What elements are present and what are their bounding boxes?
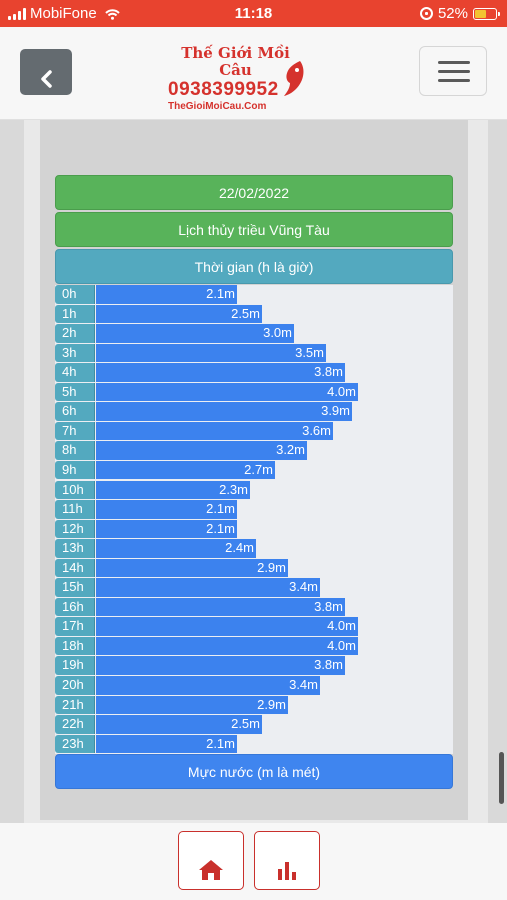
tide-row: 12h 2.1m [55,519,453,539]
tide-row: 20h 3.4m [55,676,453,695]
tide-title-bar: Lịch thủy triều Vũng Tàu [55,212,453,247]
tide-level-bar: 2.9m [96,558,288,578]
tide-hour-label: 23h [55,734,95,754]
tide-level-bar: 2.4m [96,539,256,558]
tide-row: 19h 3.8m [55,656,453,675]
tide-hour-label: 2h [55,324,95,343]
tide-hour-label: 11h [55,500,95,519]
tide-row: 9h 2.7m [55,460,453,480]
tide-row: 21h 2.9m [55,695,453,715]
battery-icon [473,7,500,20]
tide-level-bar: 2.1m [96,285,237,304]
tide-level-bar: 2.5m [96,304,262,324]
tide-row: 10h 2.3m [55,480,453,499]
tide-row: 22h 2.5m [55,715,453,734]
status-bar: MobiFone 11:18 52% [0,0,507,27]
tide-level-bar: 2.3m [96,480,250,499]
tide-level-bar: 4.0m [96,382,358,402]
bottom-bar [0,823,507,900]
tide-table: 0h 2.1m 1h 2.5m 2h 3.0m 3h 3.5m 4h 3.8m 5h 4.0m 6h 3.… [55,285,453,754]
logo-site: TheGioiMoiCau.Com [168,101,267,112]
tide-hour-label: 22h [55,715,95,734]
tide-row: 5h 4.0m [55,382,453,402]
level-footer-bar: Mực nước (m là mét) [55,754,453,789]
tide-level-bar: 3.6m [96,421,333,441]
tide-hour-label: 9h [55,460,95,480]
tide-hour-label: 17h [55,617,95,636]
time-header-bar: Thời gian (h là giờ) [55,249,453,284]
tide-row: 14h 2.9m [55,558,453,578]
tide-hour-label: 0h [55,285,95,304]
back-button[interactable] [20,49,72,95]
tide-level-bar: 2.1m [96,519,237,539]
tide-row: 17h 4.0m [55,617,453,636]
chart-button[interactable] [254,831,320,890]
tide-row: 6h 3.9m [55,402,453,421]
fish-hook-icon [284,61,304,96]
menu-button[interactable] [419,46,487,96]
home-icon [199,859,223,880]
tide-row: 18h 4.0m [55,636,453,656]
tide-level-bar: 2.1m [96,500,237,519]
tide-level-bar: 2.1m [96,734,237,754]
tide-hour-label: 20h [55,676,95,695]
tide-level-bar: 3.0m [96,324,294,343]
tide-hour-label: 6h [55,402,95,421]
tide-level-bar: 3.5m [96,343,326,363]
tide-hour-label: 8h [55,441,95,460]
tide-level-bar: 3.2m [96,441,307,460]
tide-row: 2h 3.0m [55,324,453,343]
tide-level-bar: 4.0m [96,636,358,656]
tide-hour-label: 10h [55,480,95,499]
tide-level-bar: 3.8m [96,656,345,675]
tide-level-bar: 3.4m [96,676,320,695]
tide-hour-label: 18h [55,636,95,656]
chevron-left-icon [41,70,52,88]
tide-row: 13h 2.4m [55,539,453,558]
bar-chart-icon [278,861,296,880]
tide-hour-label: 4h [55,363,95,382]
tide-row: 3h 3.5m [55,343,453,363]
tide-hour-label: 13h [55,539,95,558]
scrollbar[interactable] [499,752,504,804]
tide-hour-label: 1h [55,304,95,324]
tide-hour-label: 19h [55,656,95,675]
home-button[interactable] [178,831,244,890]
tide-row: 23h 2.1m [55,734,453,754]
tide-hour-label: 14h [55,558,95,578]
tide-level-bar: 3.8m [96,363,345,382]
tide-hour-label: 21h [55,695,95,715]
tide-row: 7h 3.6m [55,421,453,441]
tide-row: 11h 2.1m [55,500,453,519]
tide-row: 0h 2.1m [55,285,453,304]
tide-hour-label: 5h [55,382,95,402]
tide-hour-label: 3h [55,343,95,363]
tide-row: 15h 3.4m [55,578,453,597]
tide-level-bar: 3.4m [96,578,320,597]
battery-percent: 52% [437,5,468,22]
tide-row: 4h 3.8m [55,363,453,382]
tide-hour-label: 15h [55,578,95,597]
orientation-lock-icon [419,7,433,20]
tide-level-bar: 2.9m [96,695,288,715]
tide-row: 1h 2.5m [55,304,453,324]
tide-hour-label: 7h [55,421,95,441]
tide-level-bar: 3.8m [96,597,345,617]
date-bar: 22/02/2022 [55,175,453,210]
site-logo[interactable]: Thế Giới Mồi Câu 0938399952 TheGioiMoiCa… [168,45,308,112]
app-header: Thế Giới Mồi Câu 0938399952 TheGioiMoiCa… [0,27,507,120]
tide-row: 8h 3.2m [55,441,453,460]
tide-row: 16h 3.8m [55,597,453,617]
tide-level-bar: 4.0m [96,617,358,636]
tide-level-bar: 3.9m [96,402,352,421]
tide-hour-label: 16h [55,597,95,617]
tide-hour-label: 12h [55,519,95,539]
tide-level-bar: 2.7m [96,460,275,480]
tide-level-bar: 2.5m [96,715,262,734]
